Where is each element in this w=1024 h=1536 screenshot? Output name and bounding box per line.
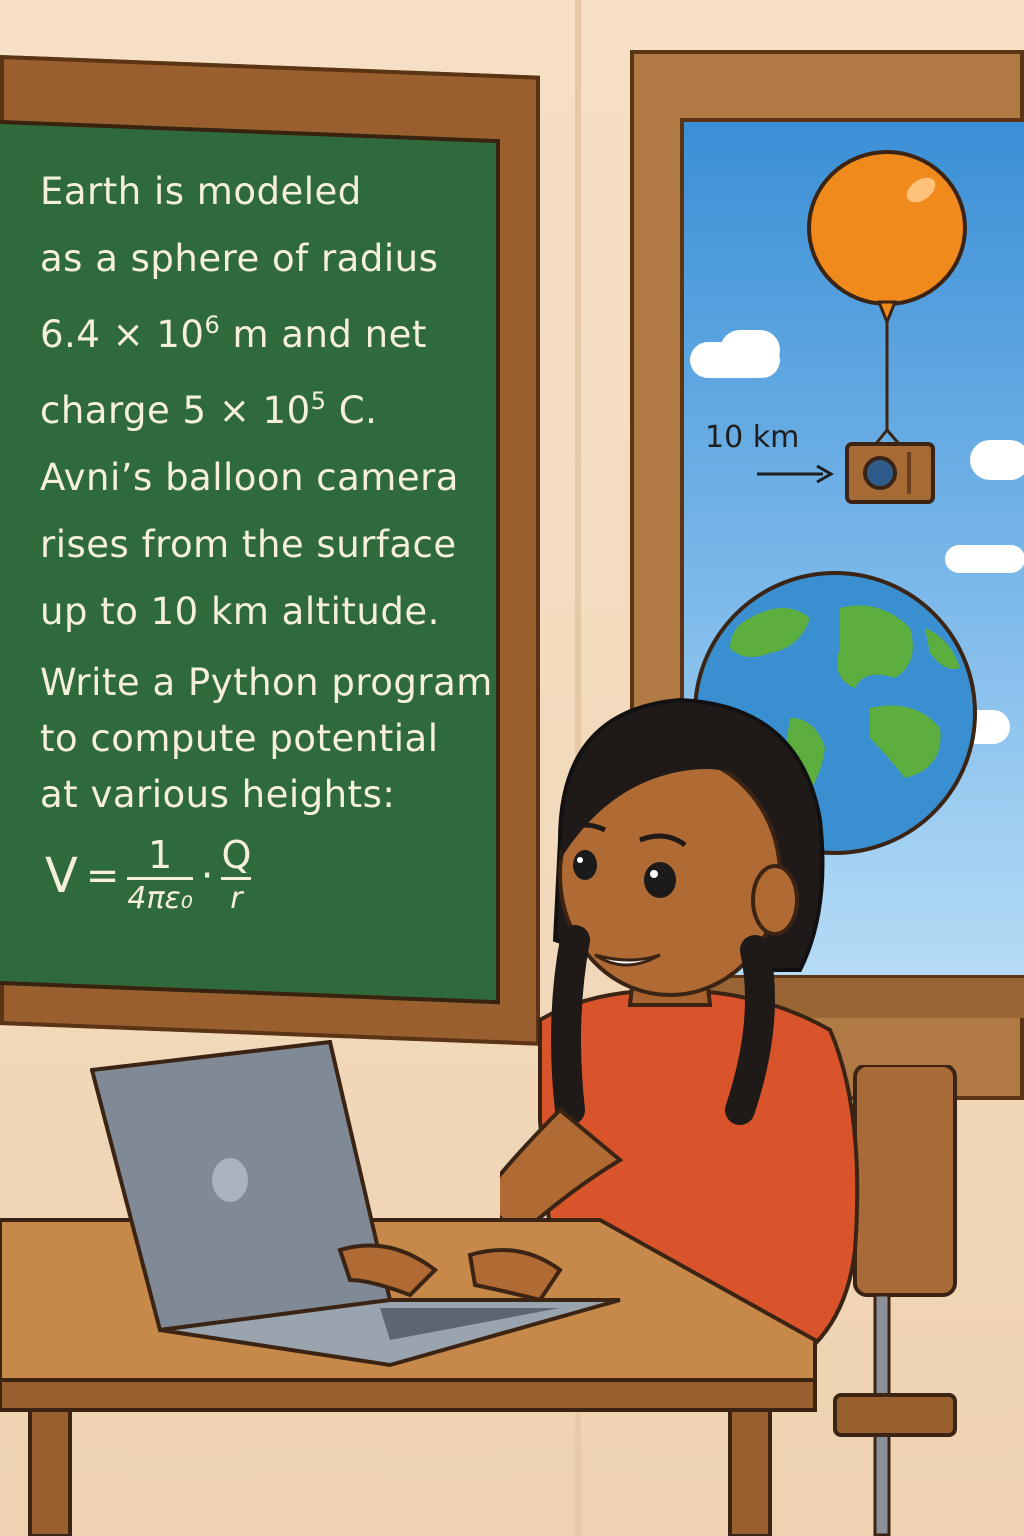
laptop-icon <box>90 1040 621 1368</box>
radius-exponent: 6 <box>204 311 221 339</box>
formula-fraction-constant: 1 4πε₀ <box>127 833 193 916</box>
problem-line: as a sphere of radius <box>40 237 439 280</box>
problem-line: Avni’s balloon camera <box>40 456 459 499</box>
task-line: Write a Python program <box>40 661 493 704</box>
task-line: at various heights: <box>40 773 396 816</box>
problem-line: Earth is modeled <box>40 170 362 213</box>
problem-line: rises from the surface <box>40 523 457 566</box>
formula-dot: · <box>200 852 214 899</box>
altitude-label: 10 km <box>705 420 800 455</box>
cloud <box>720 330 780 370</box>
chalkboard-problem: Earth is modeled as a sphere of radius 6… <box>40 158 510 823</box>
formula-equals: = <box>85 852 120 899</box>
problem-line: up to 10 km altitude. <box>40 590 440 633</box>
charge-exponent: 5 <box>310 387 327 415</box>
problem-line: 6.4 × 106 m and net <box>40 311 427 356</box>
potential-formula: V = 1 4πε₀ · Q r <box>45 833 252 916</box>
formula-lhs: V <box>45 847 78 904</box>
task-line: to compute potential <box>40 717 439 760</box>
camera-icon <box>845 442 935 504</box>
formula-fraction-charge: Q r <box>221 833 252 916</box>
balloon-icon <box>807 150 967 327</box>
cloud <box>970 440 1024 480</box>
problem-line: charge 5 × 105 C. <box>40 387 378 432</box>
arrow-right-icon <box>757 464 835 484</box>
